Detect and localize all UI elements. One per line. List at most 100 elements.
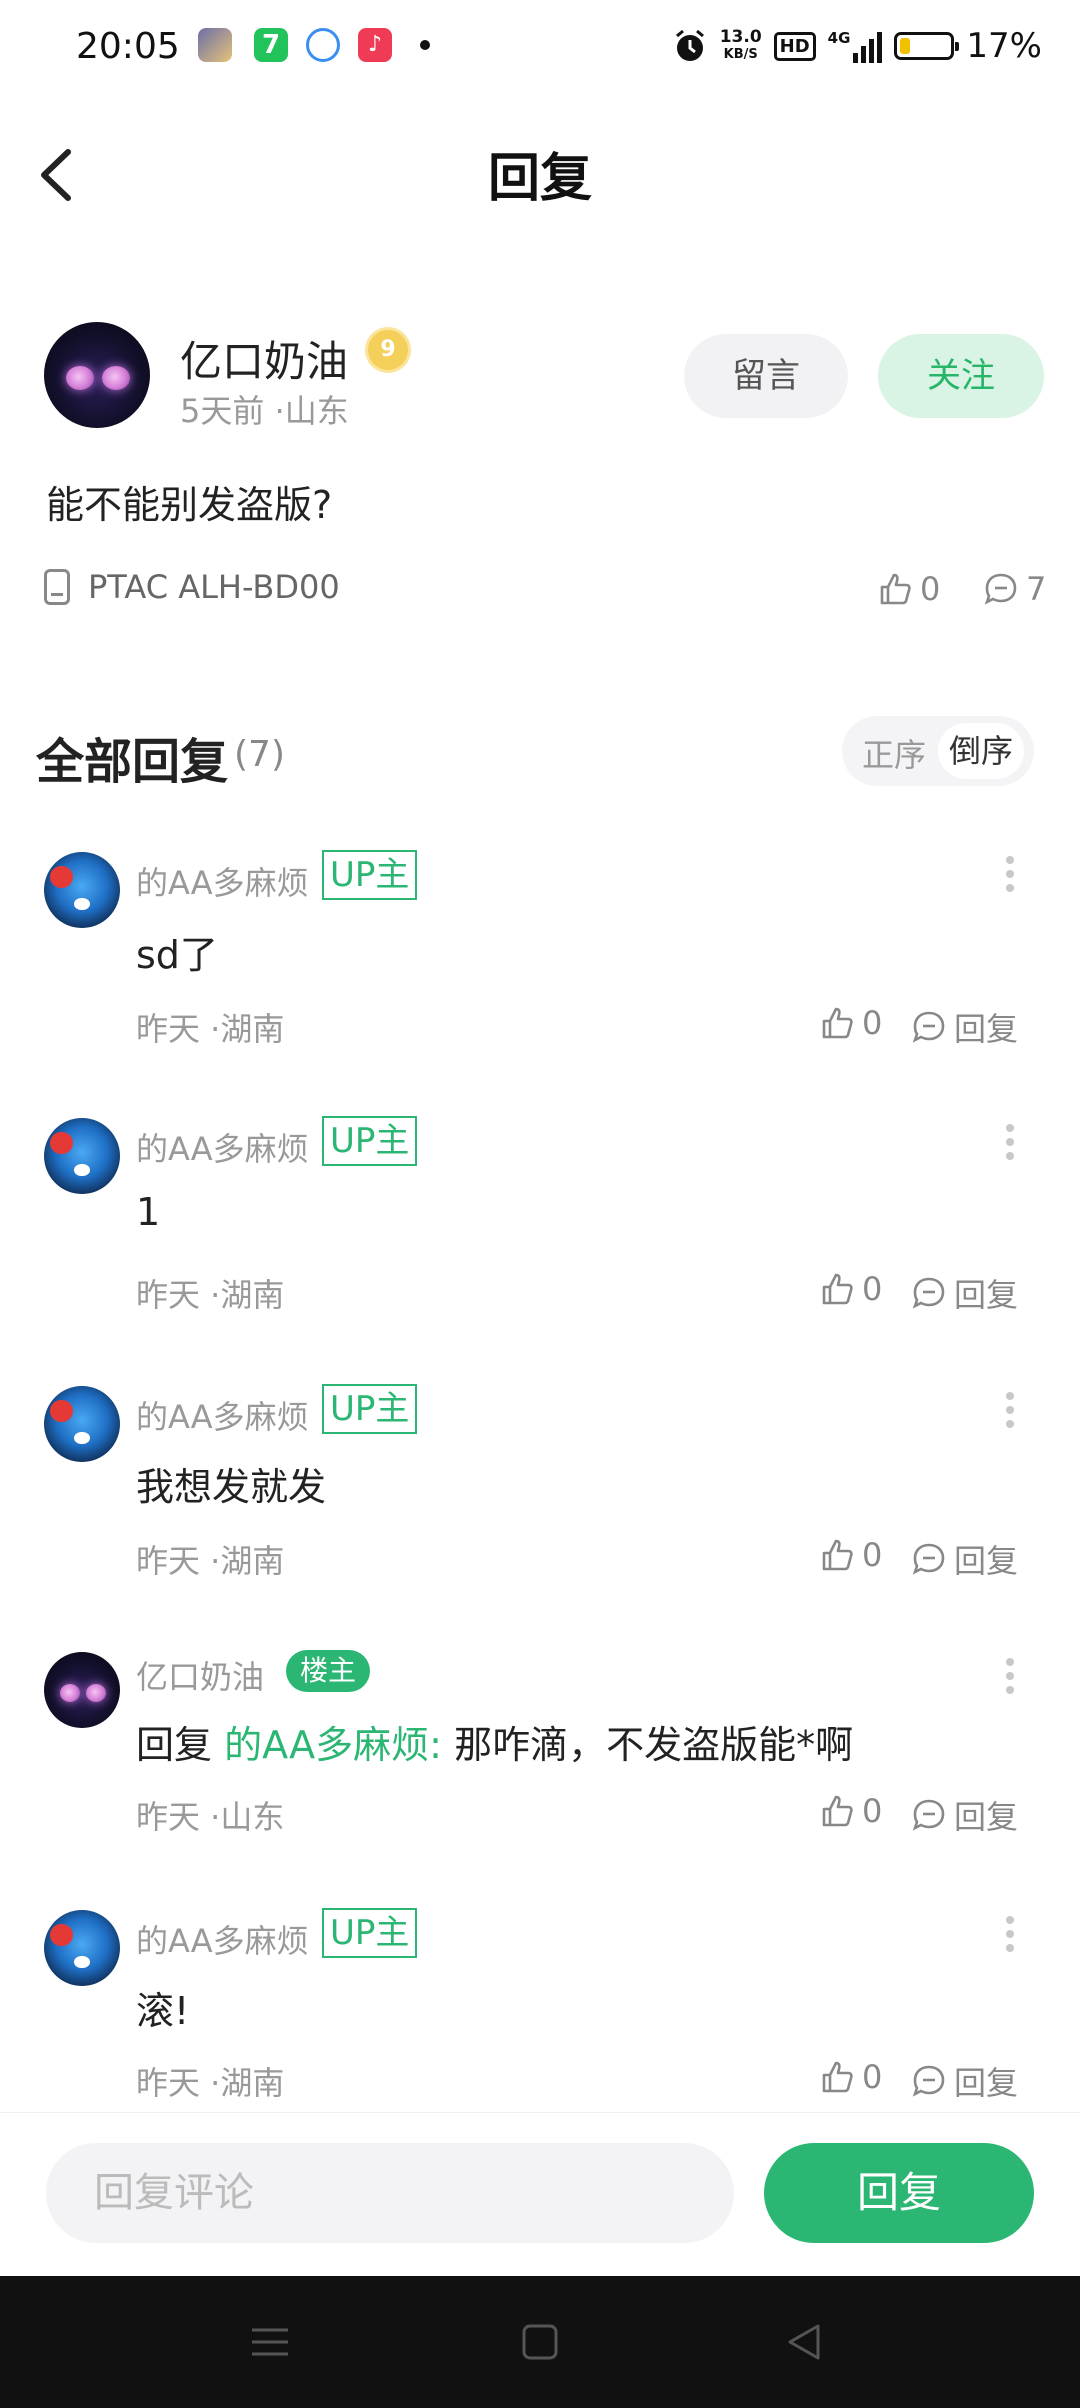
more-options-icon[interactable]	[1004, 1124, 1016, 1164]
notification-dot-icon	[420, 40, 430, 50]
reply-text: 回复 的AA多麻烦: 那咋滴，不发盗版能*啊	[136, 1714, 853, 1769]
reply-like-button[interactable]: 0	[820, 1004, 882, 1042]
reply-like-button[interactable]: 0	[820, 1792, 882, 1830]
thumb-up-icon	[822, 1273, 853, 1305]
reply-composer: 回复	[0, 2112, 1080, 2277]
reply-text: 滚!	[136, 1989, 190, 2033]
reply-reply-button[interactable]: 回复	[912, 1792, 1018, 1838]
location-app-icon	[306, 28, 340, 62]
follow-button[interactable]: 关注	[878, 334, 1044, 418]
system-nav-bar	[0, 2276, 1080, 2408]
battery-icon	[894, 32, 960, 60]
reply-like-count: 0	[862, 1792, 883, 1830]
reply-like-button[interactable]: 0	[820, 1270, 882, 1308]
reply-target-link[interactable]: 的AA多麻烦:	[224, 1723, 442, 1767]
thumb-up-icon	[822, 1795, 853, 1827]
reply-button-label: 回复	[954, 1276, 1019, 1314]
battery-percent: 17%	[966, 26, 1042, 66]
status-indicators: 13.0 KB/S HD 4G 17%	[672, 26, 1042, 66]
post-like-button[interactable]: 0	[878, 570, 940, 608]
up-tag: UP主	[322, 1908, 418, 1958]
reply-reply-button[interactable]: 回复	[912, 2058, 1018, 2104]
up-tag: UP主	[322, 850, 418, 900]
page-title: 回复	[487, 149, 592, 209]
reply-reply-button[interactable]: 回复	[912, 1536, 1018, 1582]
menu-icon[interactable]	[250, 2322, 290, 2362]
author-avatar[interactable]	[44, 322, 150, 428]
reply-button-label: 回复	[954, 2064, 1019, 2102]
owner-tag: 楼主	[286, 1650, 371, 1692]
comment-icon	[912, 1543, 945, 1575]
post-content: 能不能别发盗版?	[46, 483, 333, 527]
reply-reply-button[interactable]: 回复	[912, 1004, 1018, 1050]
replies-count: (7)	[234, 734, 285, 775]
thumb-up-icon	[822, 1539, 853, 1571]
reply-author[interactable]: 的AA多麻烦	[136, 1392, 309, 1438]
phone-icon	[44, 569, 70, 605]
reply-avatar[interactable]	[44, 1910, 120, 1986]
more-options-icon[interactable]	[1004, 1916, 1016, 1956]
reply-meta: 昨天 ·湖南	[136, 1542, 285, 1580]
reply-body: 那咋滴，不发盗版能*啊	[454, 1723, 854, 1767]
comment-icon	[912, 1011, 945, 1043]
comment-icon	[984, 573, 1017, 605]
hd-badge: HD	[773, 31, 816, 61]
app-7-icon: 7	[254, 28, 288, 62]
reply-button-label: 回复	[954, 1798, 1019, 1836]
reply-meta: 昨天 ·山东	[136, 1798, 285, 1836]
reply-avatar[interactable]	[44, 852, 120, 928]
sort-toggle: 正序 倒序	[842, 716, 1034, 786]
reply-author[interactable]: 的AA多麻烦	[136, 858, 309, 904]
reply-avatar[interactable]	[44, 1386, 120, 1462]
reply-text: sd了	[136, 933, 218, 977]
back-nav-icon[interactable]	[784, 2322, 824, 2362]
reply-submit-button[interactable]: 回复	[764, 2143, 1034, 2243]
comment-icon	[912, 1277, 945, 1309]
reply-like-count: 0	[862, 1004, 883, 1042]
thumb-up-icon	[822, 1007, 853, 1039]
status-bar: 20:05 7 ♪ 13.0 KB/S HD 4G 17%	[0, 0, 1080, 100]
music-app-icon: ♪	[358, 28, 392, 62]
device-info: PTAC ALH-BD00	[44, 568, 340, 606]
reply-author[interactable]: 的AA多麻烦	[136, 1916, 309, 1962]
replies-title: 全部回复	[36, 734, 229, 790]
reply-text: 我想发就发	[136, 1465, 327, 1509]
post-comment-button[interactable]: 7	[984, 570, 1046, 608]
reply-like-button[interactable]: 0	[820, 2058, 882, 2096]
home-icon[interactable]	[520, 2322, 560, 2362]
sort-descending-option[interactable]: 倒序	[938, 723, 1024, 779]
up-tag: UP主	[322, 1384, 418, 1434]
reply-meta: 昨天 ·湖南	[136, 1010, 285, 1048]
alarm-icon	[675, 29, 704, 61]
reply-like-count: 0	[862, 2058, 883, 2096]
reply-input[interactable]	[46, 2143, 734, 2243]
thumb-up-icon	[822, 2061, 853, 2093]
post-comment-count: 7	[1026, 570, 1047, 608]
reply-meta: 昨天 ·湖南	[136, 1276, 285, 1314]
sort-ascending-option[interactable]: 正序	[862, 730, 926, 776]
reply-avatar[interactable]	[44, 1652, 120, 1728]
reply-text: 1	[136, 1190, 161, 1234]
status-time: 20:05	[76, 26, 180, 67]
reply-like-count: 0	[862, 1536, 883, 1574]
level-badge: 9	[368, 330, 408, 370]
reply-meta: 昨天 ·湖南	[136, 2064, 285, 2102]
more-options-icon[interactable]	[1004, 1392, 1016, 1432]
thumb-up-icon	[880, 573, 911, 605]
more-options-icon[interactable]	[1004, 1658, 1016, 1698]
reply-reply-button[interactable]: 回复	[912, 1270, 1018, 1316]
post-like-count: 0	[920, 570, 941, 608]
message-button[interactable]: 留言	[684, 334, 848, 418]
reply-avatar[interactable]	[44, 1118, 120, 1194]
game-app-icon	[198, 28, 232, 62]
more-options-icon[interactable]	[1004, 856, 1016, 896]
post-meta: 5天前 ·山东	[180, 392, 349, 430]
author-name[interactable]: 亿口奶油	[180, 328, 348, 389]
comment-icon	[912, 1799, 945, 1831]
reply-button-label: 回复	[954, 1542, 1019, 1580]
network-speed: 13.0 KB/S	[719, 27, 762, 62]
reply-like-button[interactable]: 0	[820, 1536, 882, 1574]
reply-author[interactable]: 亿口奶油	[136, 1652, 264, 1698]
signal-icon: 4G	[828, 29, 883, 63]
reply-author[interactable]: 的AA多麻烦	[136, 1124, 309, 1170]
